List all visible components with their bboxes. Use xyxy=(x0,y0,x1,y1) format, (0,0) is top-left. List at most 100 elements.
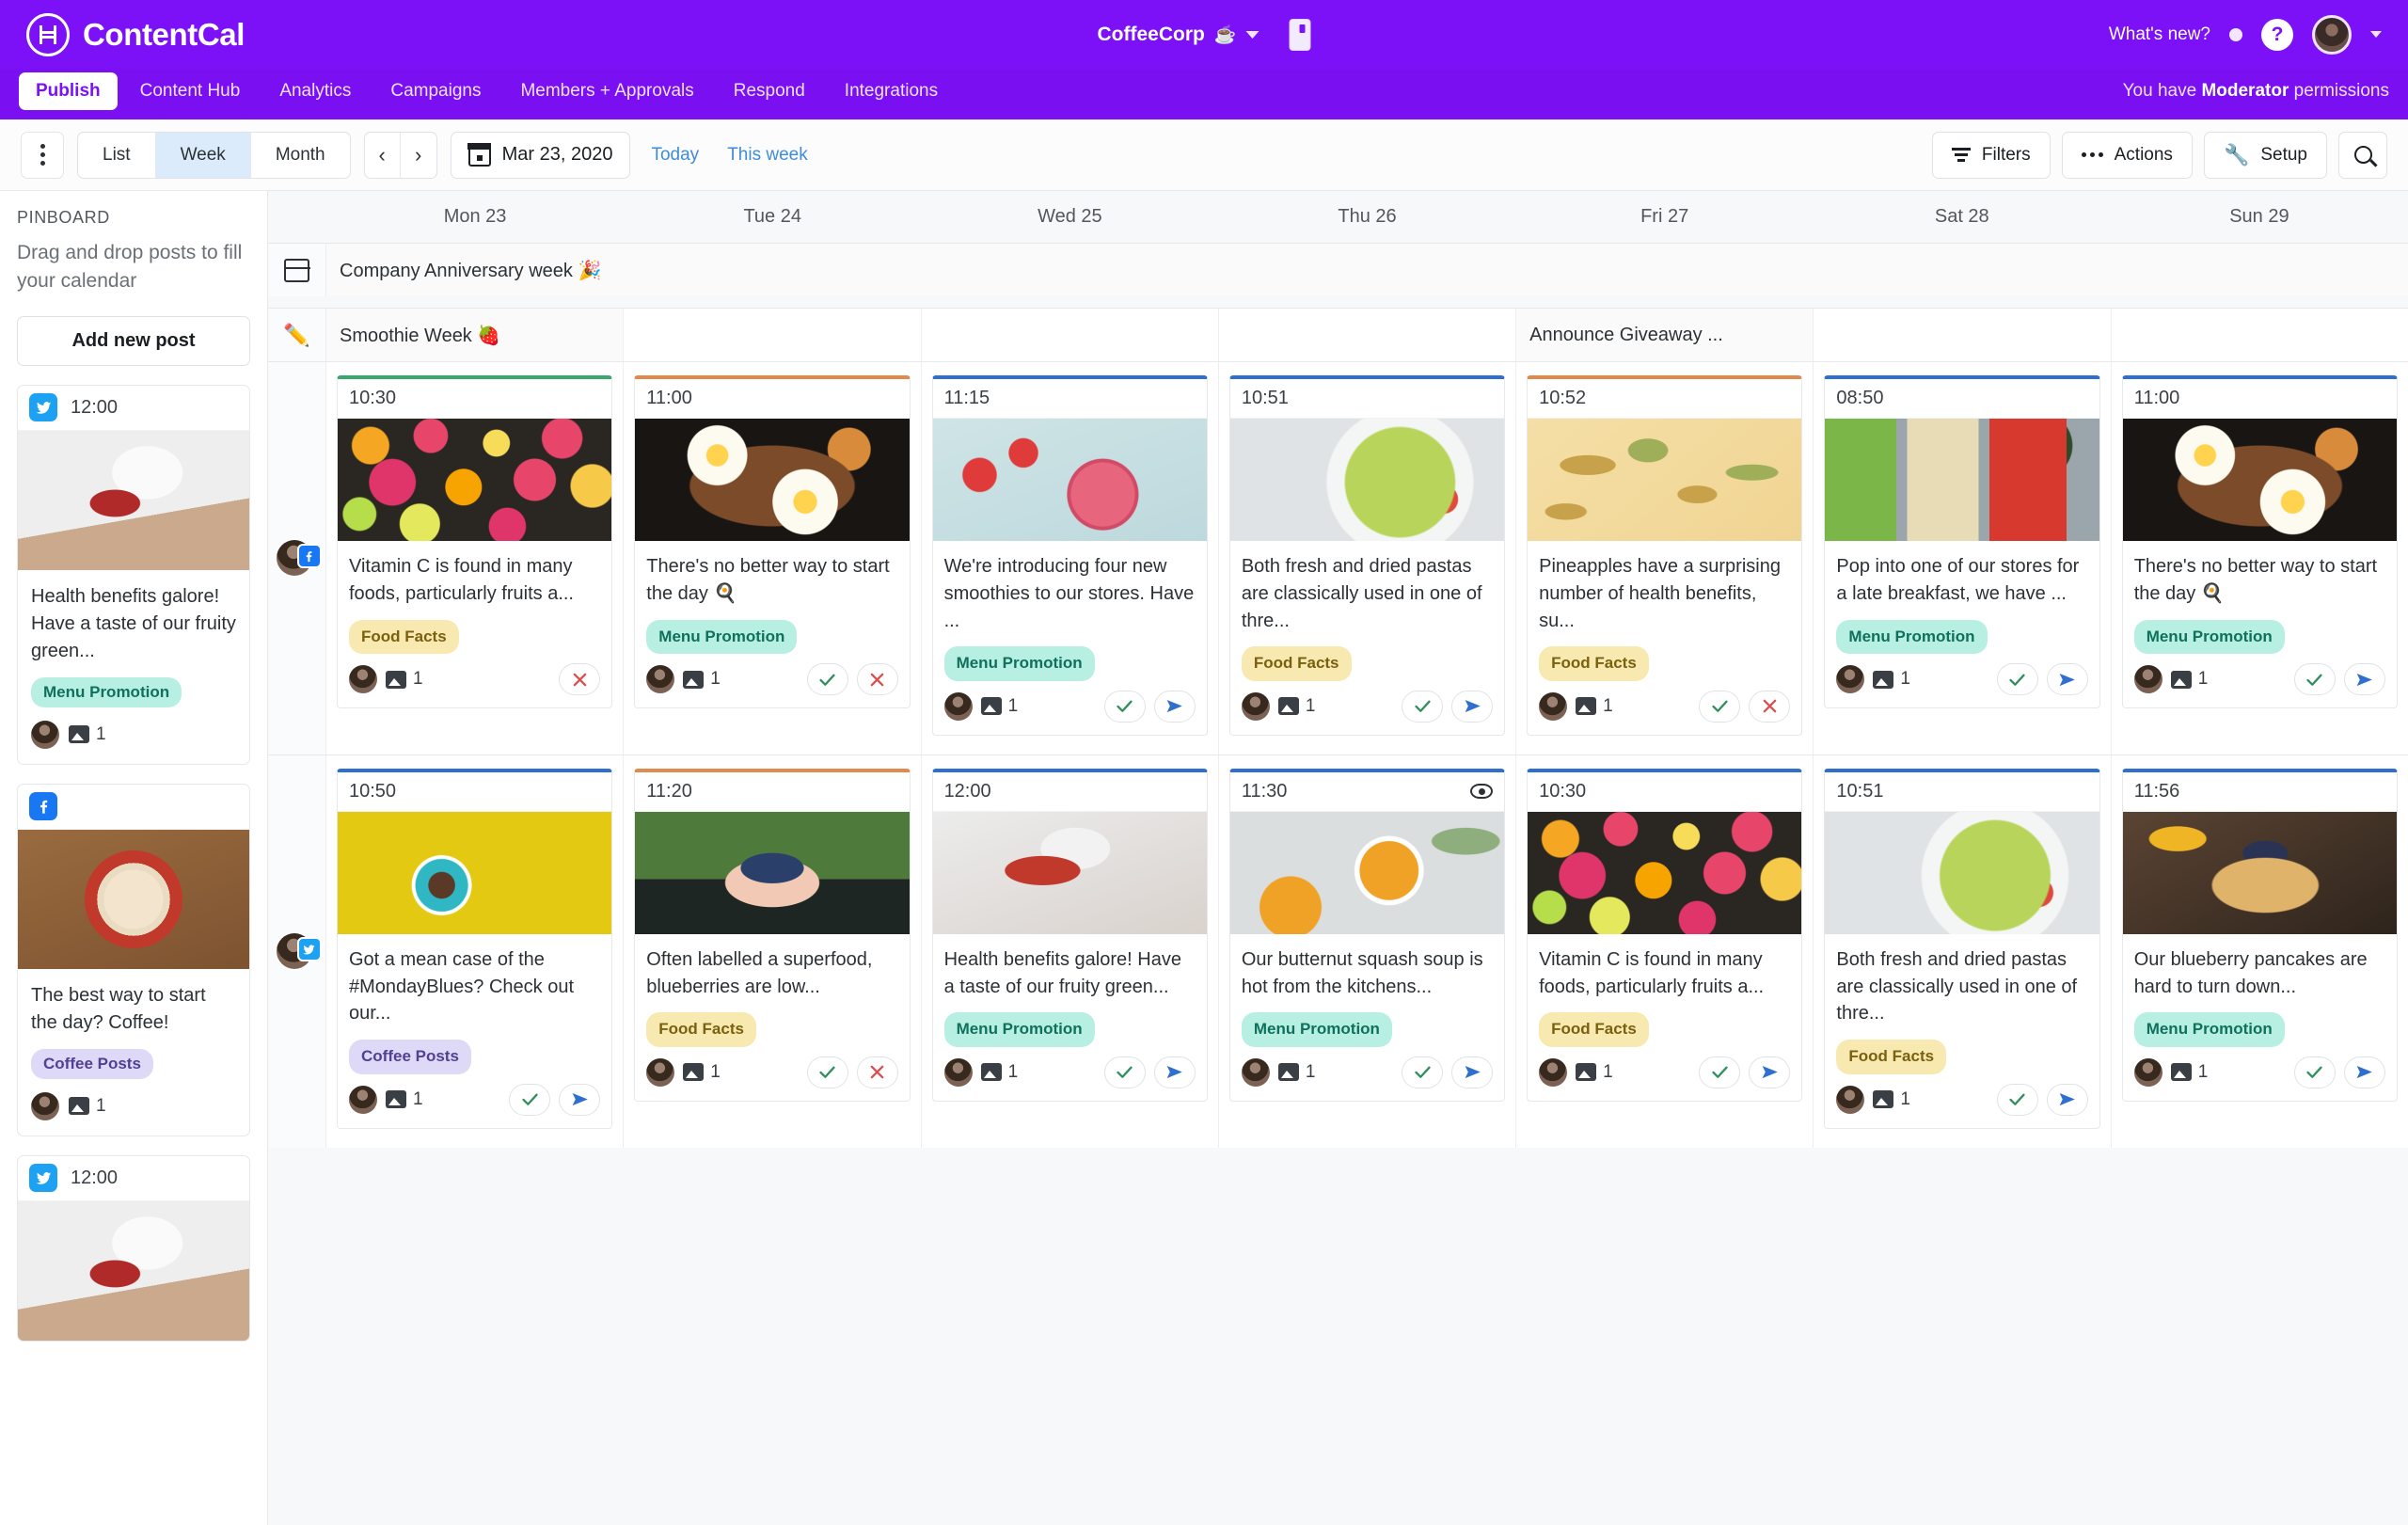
calendar-day-cell[interactable]: 11:15 We're introducing four new smoothie… xyxy=(922,362,1219,755)
post-card[interactable]: 11:20 Often labelled a superfood, blueber… xyxy=(634,768,911,1102)
pinboard-card[interactable]: The best way to start the day? Coffee! Co… xyxy=(17,783,250,1136)
note-cell-empty[interactable] xyxy=(2112,309,2408,361)
calendar-day-cell[interactable]: 10:30 Vitamin C is found in many foods, p… xyxy=(326,362,625,755)
calendar-day-cell[interactable]: 12:00 Health benefits galore! Have a tast… xyxy=(922,755,1219,1148)
publish-button[interactable] xyxy=(2046,1083,2088,1116)
more-options-button[interactable] xyxy=(21,131,64,179)
approve-button[interactable] xyxy=(1699,1056,1741,1088)
reject-button[interactable] xyxy=(856,1056,898,1088)
reject-button[interactable] xyxy=(856,663,898,696)
post-card[interactable]: 11:56 Our blueberry pancakes are hard to … xyxy=(2121,768,2398,1102)
approve-button[interactable] xyxy=(1996,1083,2038,1116)
chevron-down-icon[interactable] xyxy=(1245,30,1259,39)
note-entry[interactable]: Smoothie Week 🍓 xyxy=(326,309,625,361)
approve-button[interactable] xyxy=(1699,690,1741,723)
campaign-bar[interactable]: Company Anniversary week 🎉 xyxy=(326,244,2408,296)
filters-button[interactable]: Filters xyxy=(1931,131,2051,179)
setup-button[interactable]: 🔧 Setup xyxy=(2203,131,2327,179)
tab-analytics[interactable]: Analytics xyxy=(262,72,368,110)
workspace-switcher[interactable]: CoffeeCorp ☕ xyxy=(1097,18,1311,51)
channel-badge[interactable] xyxy=(276,539,322,577)
mobile-preview-icon[interactable] xyxy=(1289,18,1311,51)
approve-button[interactable] xyxy=(1402,690,1444,723)
post-card[interactable]: 11:00 There's no better way to start the … xyxy=(2121,375,2398,709)
tab-content-hub[interactable]: Content Hub xyxy=(123,72,258,110)
post-card[interactable]: 10:30 Vitamin C is found in many foods, p… xyxy=(337,375,613,709)
post-card[interactable]: 11:00 There's no better way to start the … xyxy=(634,375,911,709)
publish-button[interactable] xyxy=(1153,1056,1196,1088)
avatar[interactable] xyxy=(2312,14,2352,55)
whats-new-link[interactable]: What's new? xyxy=(2109,24,2210,45)
publish-button[interactable] xyxy=(559,1083,601,1116)
post-card[interactable]: 10:51 Both fresh and dried pastas are cla… xyxy=(1824,768,2100,1129)
view-list[interactable]: List xyxy=(78,132,156,178)
pinboard-card[interactable]: 12:00 Health benefits galore! Have a tast… xyxy=(17,384,250,765)
publish-button[interactable] xyxy=(1451,690,1494,723)
reject-button[interactable] xyxy=(1749,690,1791,723)
publish-button[interactable] xyxy=(2046,663,2088,696)
account-chevron-down-icon[interactable] xyxy=(2370,31,2382,38)
calendar-day-cell[interactable]: 11:00 There's no better way to start the … xyxy=(624,362,922,755)
notification-dot-icon[interactable] xyxy=(2229,27,2242,41)
post-card[interactable]: 08:50 Pop into one of our stores for a la… xyxy=(1824,375,2100,709)
pinboard-card[interactable]: 12:00 xyxy=(17,1154,250,1342)
post-card[interactable]: 10:30 Vitamin C is found in many foods, p… xyxy=(1527,768,1803,1102)
add-new-post-button[interactable]: Add new post xyxy=(17,315,250,366)
calendar-day-cell[interactable]: 10:51 Both fresh and dried pastas are cla… xyxy=(1814,755,2112,1148)
approve-button[interactable] xyxy=(806,1056,848,1088)
note-entry[interactable]: Announce Giveaway ... xyxy=(1516,309,1814,361)
calendar-day-cell[interactable]: 10:52 Pineapples have a surprising number… xyxy=(1516,362,1814,755)
calendar-day-cell[interactable]: 10:30 Vitamin C is found in many foods, p… xyxy=(1516,755,1814,1148)
search-button[interactable] xyxy=(2338,131,2387,179)
calendar-day-cell[interactable]: 10:51 Both fresh and dried pastas are cla… xyxy=(1219,362,1517,755)
calendar-day-cell[interactable]: 11:20 Often labelled a superfood, blueber… xyxy=(624,755,922,1148)
calendar-day-cell[interactable]: 08:50 Pop into one of our stores for a la… xyxy=(1814,362,2112,755)
approve-button[interactable] xyxy=(509,1083,551,1116)
date-picker[interactable]: Mar 23, 2020 xyxy=(450,131,631,179)
post-card[interactable]: 11:30 Our butternut squash soup is hot fr… xyxy=(1228,768,1506,1102)
tab-campaigns[interactable]: Campaigns xyxy=(373,72,498,110)
publish-button[interactable] xyxy=(2343,663,2385,696)
approve-button[interactable] xyxy=(1996,663,2038,696)
approve-button[interactable] xyxy=(2293,663,2336,696)
note-cell-empty[interactable] xyxy=(922,309,1219,361)
view-week[interactable]: Week xyxy=(155,132,251,178)
tab-publish[interactable]: Publish xyxy=(19,72,118,110)
preview-eye-icon[interactable] xyxy=(1470,784,1494,800)
post-card[interactable]: 10:50 Got a mean case of the #MondayBlues… xyxy=(337,768,613,1129)
actions-button[interactable]: Actions xyxy=(2061,131,2193,179)
previous-week-button[interactable]: ‹ xyxy=(365,132,401,178)
post-card[interactable]: 11:15 We're introducing four new smoothie… xyxy=(931,375,1208,736)
approve-button[interactable] xyxy=(2293,1056,2336,1088)
approve-button[interactable] xyxy=(1402,1056,1444,1088)
approve-button[interactable] xyxy=(806,663,848,696)
calendar-day-cell[interactable]: 11:00 There's no better way to start the … xyxy=(2112,362,2408,755)
brand-logo[interactable]: ContentCal xyxy=(26,12,245,56)
calendar-day-cell[interactable]: 11:30 Our butternut squash soup is hot fr… xyxy=(1219,755,1517,1148)
tab-members-approvals[interactable]: Members + Approvals xyxy=(503,72,710,110)
this-week-button[interactable]: This week xyxy=(720,145,816,166)
post-card[interactable]: 10:52 Pineapples have a surprising number… xyxy=(1527,375,1803,736)
note-cell-empty[interactable] xyxy=(1219,309,1517,361)
publish-button[interactable] xyxy=(1749,1056,1791,1088)
channel-gutter[interactable] xyxy=(268,362,326,755)
note-cell-empty[interactable] xyxy=(624,309,922,361)
help-icon[interactable]: ? xyxy=(2261,18,2293,51)
next-week-button[interactable]: › xyxy=(401,133,436,178)
reject-button[interactable] xyxy=(559,663,601,696)
view-month[interactable]: Month xyxy=(251,133,350,178)
note-cell-empty[interactable] xyxy=(1814,309,2112,361)
post-card[interactable]: 12:00 Health benefits galore! Have a tast… xyxy=(931,768,1208,1102)
tab-respond[interactable]: Respond xyxy=(717,72,822,110)
approve-button[interactable] xyxy=(1103,690,1146,723)
approve-button[interactable] xyxy=(1103,1056,1146,1088)
channel-gutter[interactable] xyxy=(268,755,326,1148)
tab-integrations[interactable]: Integrations xyxy=(828,72,955,110)
publish-button[interactable] xyxy=(1153,690,1196,723)
channel-badge[interactable] xyxy=(276,932,322,970)
today-button[interactable]: Today xyxy=(643,145,706,166)
publish-button[interactable] xyxy=(1451,1056,1494,1088)
calendar-day-cell[interactable]: 11:56 Our blueberry pancakes are hard to … xyxy=(2112,755,2408,1148)
post-card[interactable]: 10:51 Both fresh and dried pastas are cla… xyxy=(1228,375,1506,736)
calendar-day-cell[interactable]: 10:50 Got a mean case of the #MondayBlues… xyxy=(326,755,625,1148)
